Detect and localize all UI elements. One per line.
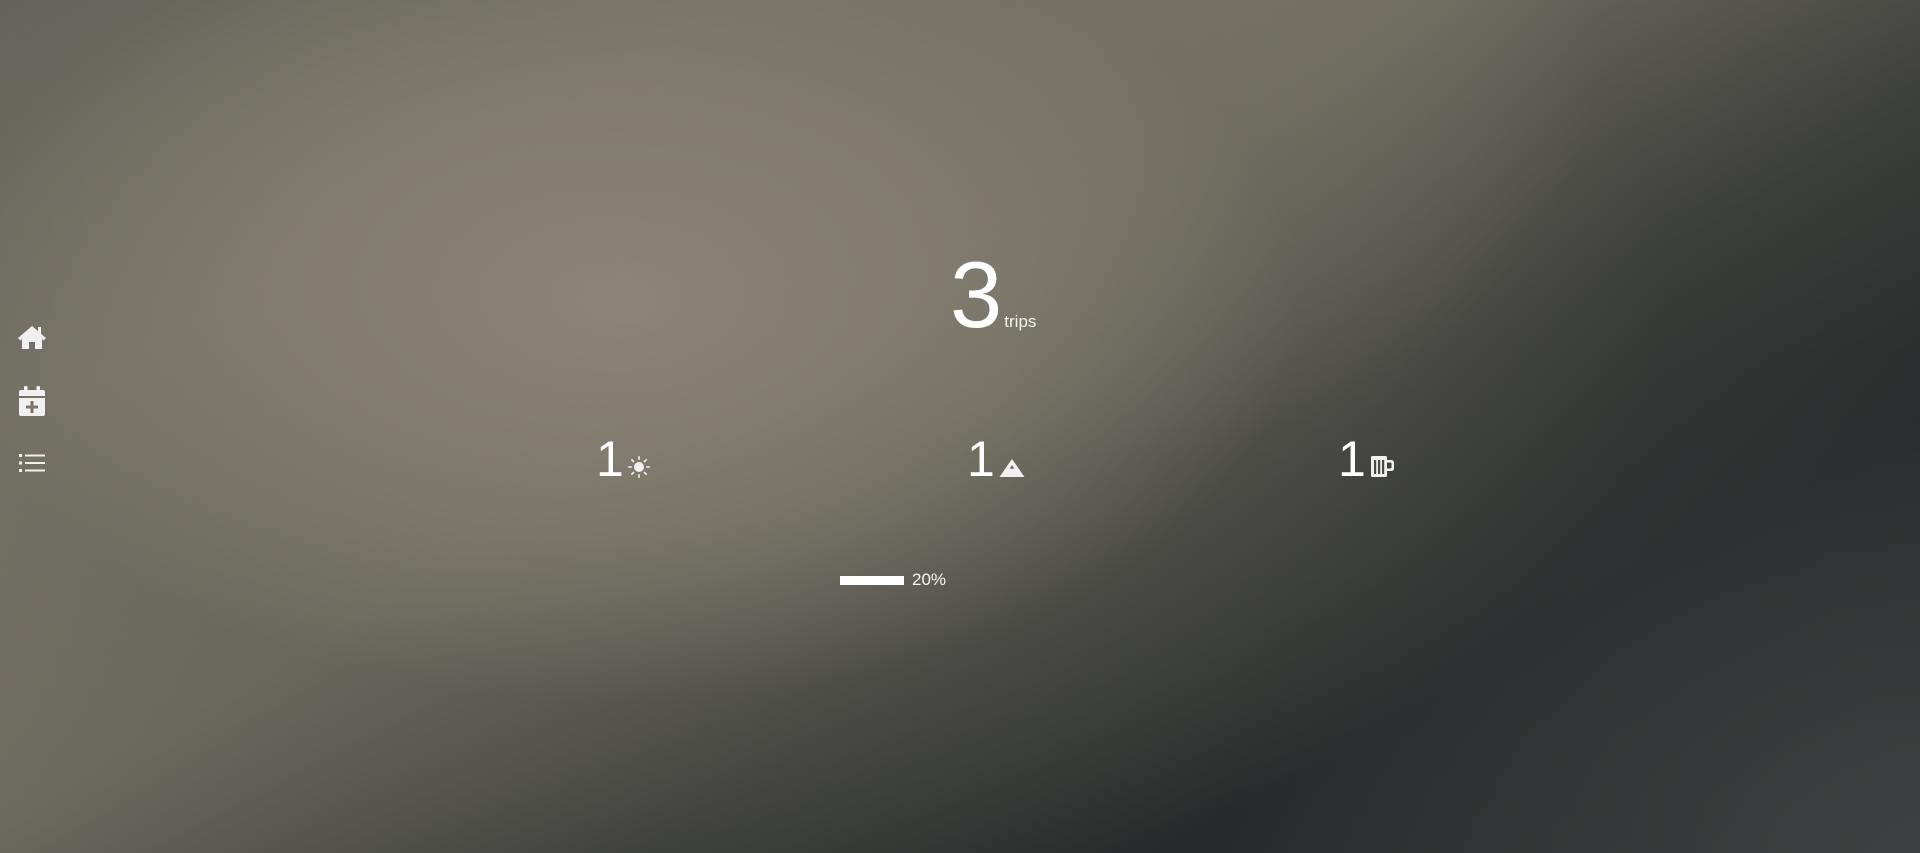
progress-bar-fill xyxy=(840,575,904,585)
total-trips-unit: trips xyxy=(1004,312,1037,331)
list-icon xyxy=(19,454,45,472)
progress-bar xyxy=(840,575,904,585)
total-trips-count: 3 xyxy=(950,242,1003,347)
home-icon xyxy=(18,326,46,349)
stat-beer-trips: 1 xyxy=(1338,434,1396,484)
stat-beer-count: 1 xyxy=(1338,431,1366,487)
stat-mountain-count: 1 xyxy=(967,431,995,487)
stat-mountain-trips: 1 xyxy=(967,434,1025,484)
sun-icon xyxy=(627,456,650,478)
beer-mug-icon xyxy=(1370,456,1394,477)
nav-add-event-button[interactable] xyxy=(14,383,50,419)
stat-sun-trips: 1 xyxy=(596,434,650,484)
stat-sun-count: 1 xyxy=(596,431,624,487)
nav-home-button[interactable] xyxy=(14,319,50,355)
calendar-plus-icon xyxy=(19,386,45,416)
mountain-icon xyxy=(999,459,1025,477)
total-trips: 3 trips xyxy=(950,248,1036,342)
progress-percent-label: 20% xyxy=(912,570,947,589)
nav-list-button[interactable] xyxy=(14,445,50,481)
progress-indicator: 20% xyxy=(840,570,946,590)
